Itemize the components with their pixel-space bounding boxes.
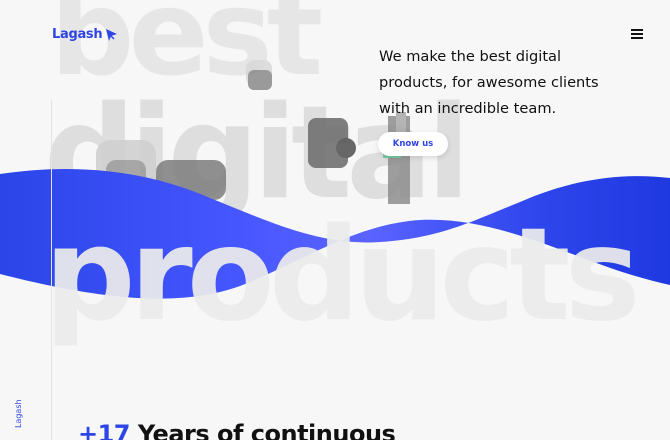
hero-tagline: We make the best digital products, for a…: [379, 48, 599, 117]
logo-arrow-icon: [106, 28, 118, 41]
logo-text: Lagash: [52, 27, 103, 42]
side-divider: [51, 100, 52, 440]
know-us-button[interactable]: Know us: [378, 132, 448, 156]
years-text: Years of continuous: [137, 420, 396, 440]
years-heading: +17 Years of continuous: [78, 420, 396, 440]
side-label: Lagash: [14, 399, 23, 428]
menu-button[interactable]: [631, 29, 647, 41]
logo[interactable]: Lagash: [52, 27, 118, 42]
years-count: +17: [78, 420, 131, 440]
hamburger-icon: [631, 29, 647, 39]
background-word-products: products: [44, 201, 641, 350]
landing-page: best digital products Lagash We make the: [0, 0, 670, 440]
